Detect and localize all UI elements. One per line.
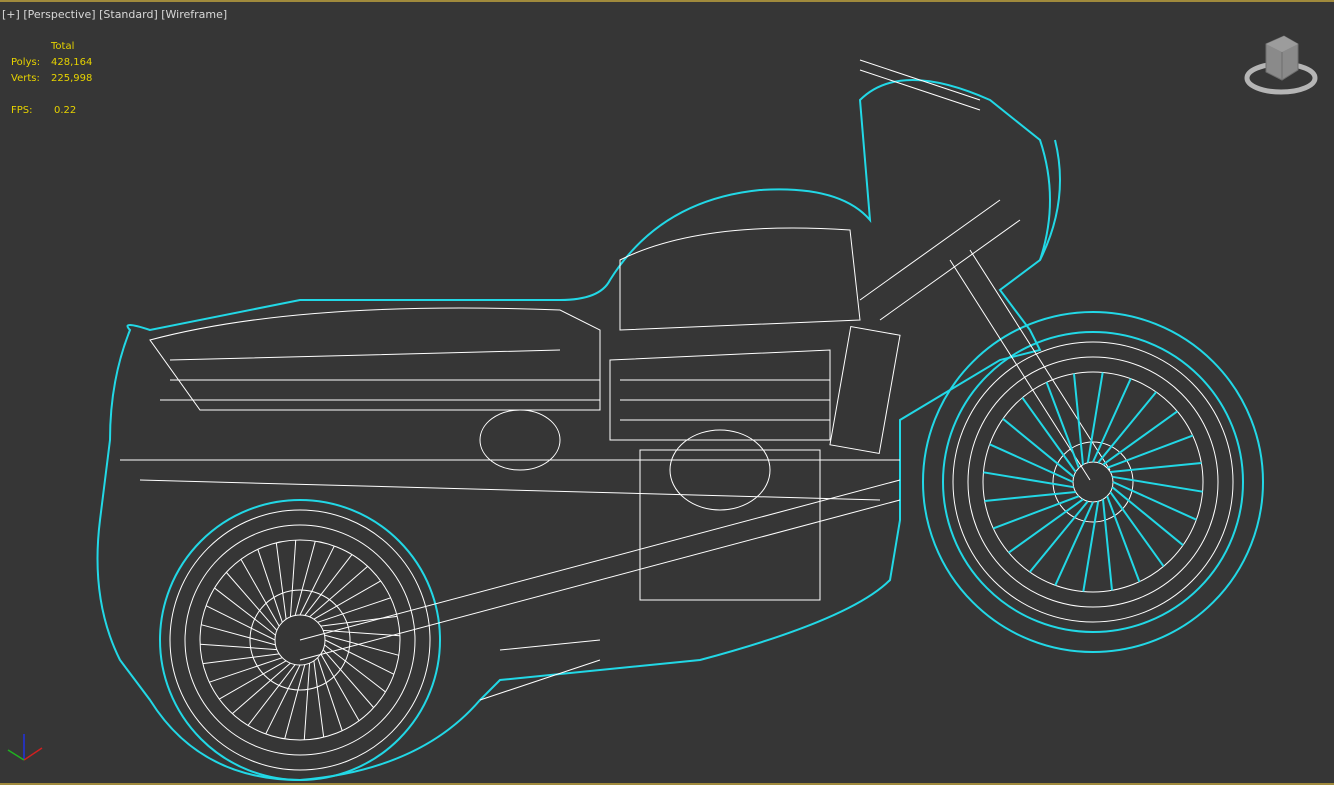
spoke — [1021, 397, 1077, 473]
spoke — [289, 540, 297, 617]
spoke — [214, 587, 276, 636]
spoke — [1109, 491, 1165, 567]
axis-tripod-icon — [7, 734, 43, 761]
spoke — [322, 649, 375, 708]
spoke — [324, 639, 395, 675]
spoke — [240, 559, 280, 627]
spoke — [1112, 475, 1203, 493]
spoke — [309, 565, 368, 618]
spoke — [983, 471, 1074, 489]
viewcube[interactable] — [1242, 30, 1320, 100]
spoke — [323, 629, 400, 637]
front-wheel-spokes — [983, 372, 1203, 592]
spoke — [984, 491, 1076, 502]
spoke — [299, 545, 335, 616]
spoke — [303, 663, 311, 740]
spoke — [1082, 501, 1100, 592]
spoke — [304, 554, 353, 616]
spoke — [1102, 410, 1178, 466]
spoke — [265, 664, 301, 735]
spoke — [225, 572, 278, 631]
front-tire-outline — [922, 311, 1264, 653]
spoke — [1073, 373, 1084, 465]
spoke — [1008, 498, 1084, 554]
spoke — [219, 660, 287, 700]
spoke — [1110, 462, 1202, 473]
spoke — [313, 580, 381, 620]
spoke — [320, 653, 360, 721]
spoke — [1086, 372, 1104, 463]
selection-outline — [96, 79, 1264, 782]
spoke — [247, 664, 296, 726]
motorcycle-wireframe-model[interactable] — [0, 0, 1334, 785]
spoke — [232, 662, 291, 715]
spoke — [1102, 499, 1113, 591]
spoke — [205, 605, 276, 641]
spoke — [200, 643, 277, 651]
spoke — [324, 644, 386, 693]
wireframe-body — [120, 59, 1234, 771]
